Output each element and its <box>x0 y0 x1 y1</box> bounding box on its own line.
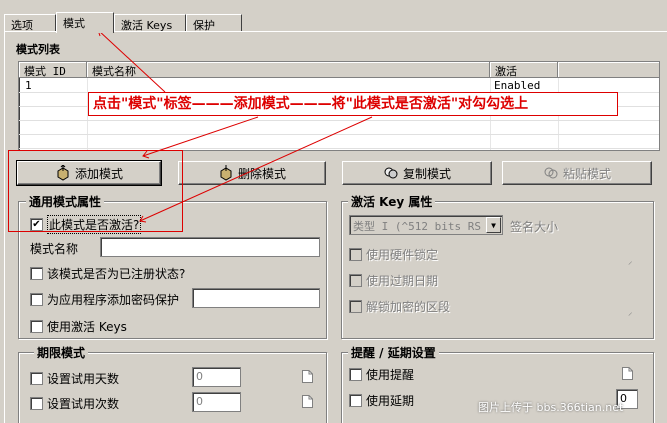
password-protect-label: 为应用程序添加密码保护 <box>47 293 180 307</box>
column-empty <box>558 62 659 78</box>
trial-times-checkbox[interactable]: 设置试用次数 <box>30 395 119 412</box>
checkbox-box <box>349 394 362 407</box>
checkbox-box <box>30 320 43 333</box>
paste-mode-icon <box>544 167 558 179</box>
checkbox-box <box>349 368 362 381</box>
delete-mode-label: 删除模式 <box>237 166 286 181</box>
row-status: Enabled <box>494 79 541 92</box>
trial-times-label: 设置试用次数 <box>47 397 120 411</box>
mode-name-input[interactable] <box>100 237 320 257</box>
password-protect-checkbox[interactable]: 为应用程序添加密码保护 <box>30 291 179 308</box>
hardware-lock-label: 使用硬件锁定 <box>366 248 439 262</box>
trial-times-input[interactable]: 0 <box>192 392 241 412</box>
decrypt-sections-label: 解锁加密的区段 <box>366 300 451 314</box>
registered-checkbox[interactable]: 该模式是否为已注册状态? <box>30 265 185 282</box>
mode-name-label: 模式名称 <box>30 242 79 256</box>
trial-days-checkbox[interactable]: 设置试用天数 <box>30 370 119 387</box>
ellipsis-icon[interactable]: ⸝ <box>628 305 633 318</box>
row-mode-id: 1 <box>25 79 32 92</box>
column-mode-name[interactable]: 模式名称 <box>87 62 490 78</box>
checkbox-box <box>30 293 43 306</box>
column-active[interactable]: 激活 <box>490 62 558 78</box>
mode-list-header: 模式 ID 模式名称 激活 <box>19 62 659 78</box>
signature-size-label: 签名大小 <box>510 220 559 234</box>
tab-mode[interactable]: 模式 <box>56 12 114 33</box>
annotation-highlight-box <box>8 150 183 232</box>
watermark: 图片上传于 bbs.366tian.net <box>478 401 624 414</box>
dropdown-arrow-icon[interactable]: ▼ <box>486 217 501 233</box>
use-activation-keys-checkbox[interactable]: 使用激活 Keys <box>30 318 127 335</box>
delete-mode-button[interactable]: 删除模式 <box>178 161 326 185</box>
reminder-title: 提醒 / 延期设置 <box>348 344 439 361</box>
trial-days-label: 设置试用天数 <box>47 372 120 386</box>
delete-mode-icon <box>220 165 232 181</box>
table-row[interactable]: 1 Enabled <box>19 79 659 93</box>
hardware-lock-checkbox[interactable]: 使用硬件锁定 <box>349 246 438 263</box>
trial-mode-title: 期限模式 <box>34 344 89 361</box>
tab-mode-label: 模式 <box>63 17 85 30</box>
expire-date-label: 使用过期日期 <box>366 274 439 288</box>
tab-options[interactable]: 选项 <box>4 14 56 32</box>
checkbox-box <box>30 372 43 385</box>
paste-mode-label: 粘贴模式 <box>562 166 611 181</box>
decrypt-sections-checkbox[interactable]: 解锁加密的区段 <box>349 298 450 315</box>
registered-label: 该模式是否为已注册状态? <box>47 267 186 281</box>
use-reminder-label: 使用提醒 <box>366 368 415 382</box>
expire-date-checkbox[interactable]: 使用过期日期 <box>349 272 438 289</box>
checkbox-box <box>349 248 362 261</box>
password-input[interactable] <box>192 288 320 308</box>
key-type-value: 类型 I (^512 bits RS <box>353 220 481 233</box>
document-icon[interactable] <box>302 395 313 408</box>
checkbox-box <box>30 267 43 280</box>
copy-mode-label: 复制模式 <box>402 166 451 181</box>
key-properties-title: 激活 Key 属性 <box>348 193 436 210</box>
use-reminder-checkbox[interactable]: 使用提醒 <box>349 366 414 383</box>
use-extension-checkbox[interactable]: 使用延期 <box>349 392 414 409</box>
tab-activation-keys[interactable]: 激活 Keys <box>114 14 186 32</box>
checkbox-box <box>30 397 43 410</box>
mode-list-title: 模式列表 <box>16 43 60 56</box>
copy-mode-icon <box>384 167 398 179</box>
document-icon[interactable] <box>622 367 633 380</box>
use-activation-keys-label: 使用激活 Keys <box>47 320 127 334</box>
checkbox-box <box>349 300 362 313</box>
tab-protection[interactable]: 保护 <box>186 14 242 32</box>
document-icon[interactable] <box>302 370 313 383</box>
column-mode-id[interactable]: 模式 ID <box>19 62 87 78</box>
table-row-empty <box>19 121 659 135</box>
trial-mode-group <box>18 352 327 423</box>
key-type-select[interactable]: 类型 I (^512 bits RS ▼ <box>349 215 503 235</box>
annotation-instruction: 点击"模式"标签———添加模式———将"此模式是否激活"对勾勾选上 <box>88 92 618 116</box>
ellipsis-icon[interactable]: ⸝ <box>628 254 633 267</box>
use-extension-label: 使用延期 <box>366 394 415 408</box>
paste-mode-button[interactable]: 粘贴模式 <box>502 161 652 185</box>
copy-mode-button[interactable]: 复制模式 <box>342 161 492 185</box>
checkbox-box <box>349 274 362 287</box>
trial-days-input[interactable]: 0 <box>192 367 241 387</box>
table-row-empty <box>19 135 659 149</box>
